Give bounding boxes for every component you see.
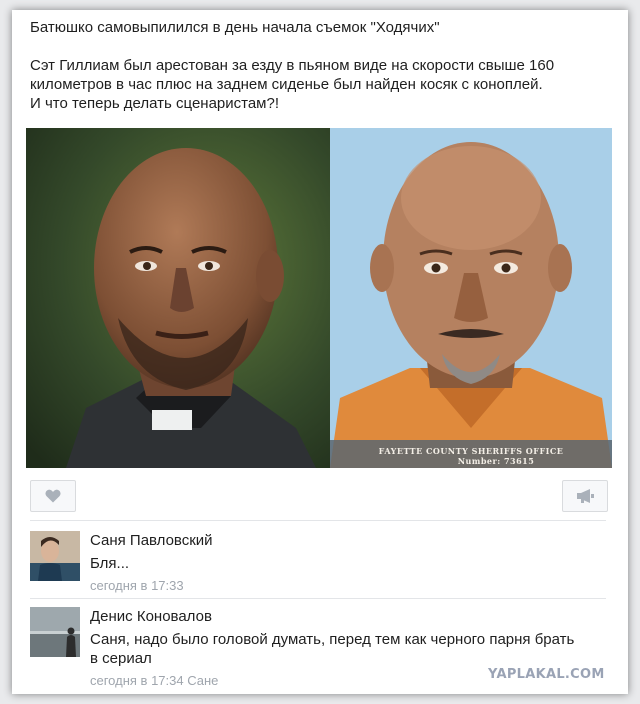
post-title: Батюшко самовыпилился в день начала съем… [30,19,440,36]
like-button[interactable] [30,480,76,512]
comment-text: Бля... [90,555,130,572]
post-body-line: И что теперь делать сценаристам?! [30,95,280,112]
watermark: YAPLAKAL.COM [488,667,605,682]
mugshot-office-label: FAYETTE COUNTY SHERIFFS OFFICE [378,446,564,456]
megaphone-icon [577,489,594,503]
divider [30,598,606,599]
mugshot-number-label: Number: 73615 [457,456,535,466]
share-button[interactable] [562,480,608,512]
avatar[interactable] [30,531,80,581]
divider [30,520,606,521]
mugshot-caption: FAYETTE COUNTY SHERIFFS OFFICE Number: 7… [330,446,612,466]
heart-icon [45,489,61,503]
post-photos[interactable]: FAYETTE COUNTY SHERIFFS OFFICE Number: 7… [26,128,612,468]
avatar[interactable] [30,607,80,657]
comment-text-line: в сериал [90,650,152,667]
comment-author[interactable]: Денис Коновалов [90,607,610,626]
mugshot-photo[interactable]: FAYETTE COUNTY SHERIFFS OFFICE Number: 7… [330,128,612,468]
post-text: Батюшко самовыпилился в день начала съем… [30,18,610,113]
comment-body: Саня Павловский Бля... сегодня в 17:33 [90,531,610,594]
comment-text: Саня, надо было головой думать, перед те… [90,630,610,668]
comment-author[interactable]: Саня Павловский [90,531,610,550]
actor-photo[interactable] [26,128,330,468]
post-card: Батюшко самовыпилился в день начала съем… [12,10,628,694]
comment-text-line: Саня, надо было головой думать, перед те… [90,631,575,648]
post-body-line: километров в час плюс на заднем сиденье … [30,76,543,93]
comment-time[interactable]: сегодня в 17:33 [90,577,610,594]
post-body-line: Сэт Гиллиам был арестован за езду в пьян… [30,57,555,74]
